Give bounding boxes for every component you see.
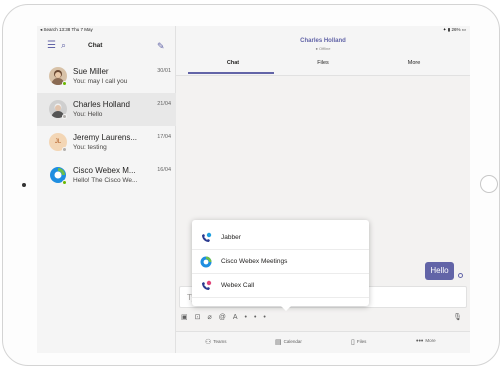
contact-name[interactable]: Charles Holland: [176, 38, 470, 44]
format-icon[interactable]: A: [233, 314, 245, 321]
contact-status-label: Offline: [319, 46, 331, 51]
image-icon[interactable]: ▣: [181, 314, 195, 321]
presence-offline-icon: [62, 114, 67, 119]
calendar-icon: ▤: [275, 339, 282, 346]
more-options-icon[interactable]: •••: [245, 314, 273, 321]
chat-list-item[interactable]: Cisco Webex M... 16/04 Hello! The Cisco …: [37, 159, 176, 192]
teams-icon: ⚇: [205, 339, 212, 346]
presence-offline-icon: [62, 147, 67, 152]
mention-icon[interactable]: @: [219, 314, 233, 321]
app-item-label: Jabber: [221, 234, 241, 241]
status-bar: ◂ Search 13:38 Thu 7 May ✦ ▮ 26% ▭: [37, 26, 470, 34]
attach-icon[interactable]: ⌀: [208, 314, 219, 321]
status-bar-left: ◂ Search 13:38 Thu 7 May: [40, 27, 93, 32]
home-button[interactable]: [480, 175, 498, 193]
screen: ☰ ⌕ ✎ Chat Sue Miller 30/01 You: may I c…: [37, 26, 470, 353]
nav-teams-label: Teams: [213, 339, 227, 344]
presence-available-icon: [62, 180, 67, 185]
chat-sidebar: ☰ ⌕ ✎ Chat Sue Miller 30/01 You: may I c…: [37, 26, 176, 353]
chat-name: Jeremy Laurens...: [73, 133, 138, 142]
contact-status: ● Offline: [315, 46, 331, 51]
nav-calendar[interactable]: ▤ Calendar: [275, 338, 302, 346]
app-item-label: Cisco Webex Meetings: [221, 258, 288, 265]
webex-meetings-icon: [200, 256, 212, 268]
chat-preview: You: testing: [73, 144, 107, 151]
nav-teams[interactable]: ⚇ Teams: [205, 338, 227, 346]
compose-icon[interactable]: ✎: [157, 41, 165, 51]
app-item-jabber[interactable]: Jabber: [192, 226, 369, 250]
chat-name: Cisco Webex M...: [73, 166, 136, 175]
chat-date: 16/04: [157, 167, 171, 173]
webex-call-icon: [202, 280, 212, 290]
microphone-icon[interactable]: 🎙: [453, 313, 462, 321]
sent-status-icon: [458, 273, 463, 278]
chat-name: Sue Miller: [73, 67, 109, 76]
chat-list-item-selected[interactable]: Charles Holland 21/04 You: Hello: [37, 93, 176, 126]
app-item-webex-meetings[interactable]: Cisco Webex Meetings: [192, 250, 369, 274]
tab-files[interactable]: Files: [274, 60, 372, 66]
popup-arrow: [280, 305, 292, 311]
nav-files[interactable]: ▯ Files: [351, 338, 366, 346]
tab-chat[interactable]: Chat: [184, 60, 282, 66]
sidebar-header: ☰ ⌕ ✎: [37, 34, 176, 60]
chat-preview: You: may I call you: [73, 78, 128, 85]
jabber-icon: [202, 232, 212, 242]
bottom-navigation: ⚇ Teams ▤ Calendar ▯ Files ••• More: [176, 331, 470, 353]
chat-preview: You: Hello: [73, 111, 103, 118]
app-item-webex-call[interactable]: Webex Call: [192, 274, 369, 298]
nav-more-label: More: [425, 338, 436, 343]
files-icon: ▯: [351, 339, 355, 346]
app-item-label: Webex Call: [221, 282, 255, 289]
hamburger-menu-icon[interactable]: ☰: [47, 41, 56, 51]
gif-icon[interactable]: ⊡: [195, 314, 208, 321]
app-picker-popup: Jabber Cisco Webex Meetings Webex Call: [192, 220, 369, 311]
status-bar-right: ✦ ▮ 26% ▭: [442, 27, 466, 32]
more-icon: •••: [416, 338, 424, 345]
active-tab-indicator: [188, 72, 274, 74]
chat-date: 17/04: [157, 134, 171, 140]
chat-list-item[interactable]: Sue Miller 30/01 You: may I call you: [37, 60, 176, 93]
nav-more[interactable]: ••• More: [416, 338, 436, 345]
chat-date: 21/04: [157, 101, 171, 107]
search-icon[interactable]: ⌕: [61, 40, 66, 50]
chat-name: Charles Holland: [73, 100, 130, 109]
camera-dot: [22, 183, 26, 187]
presence-available-icon: [62, 81, 67, 86]
tab-more[interactable]: More: [365, 60, 463, 66]
message-bubble[interactable]: Hello: [425, 262, 454, 280]
nav-files-label: Files: [356, 339, 367, 344]
sidebar-title: Chat: [88, 42, 103, 49]
nav-calendar-label: Calendar: [283, 339, 302, 344]
compose-toolbar: ▣⊡⌀@A•••: [181, 313, 273, 321]
chat-preview: Hello! The Cisco We...: [73, 177, 138, 184]
chat-list-item[interactable]: JL Jeremy Laurens... 17/04 You: testing: [37, 126, 176, 159]
chat-date: 30/01: [157, 68, 171, 74]
